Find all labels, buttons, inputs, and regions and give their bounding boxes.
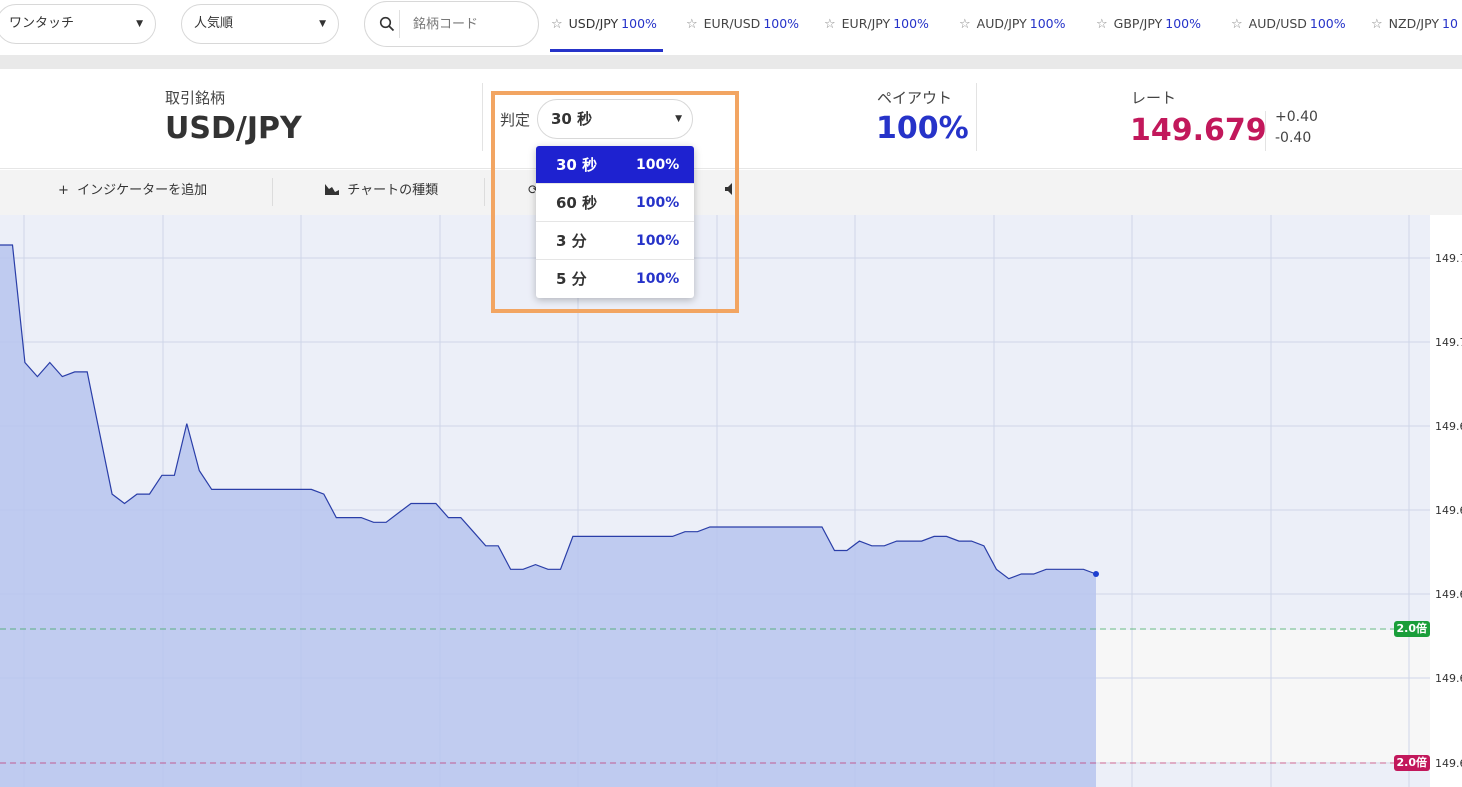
chart-type-button[interactable]: チャートの種類 — [325, 170, 438, 215]
star-icon[interactable]: ☆ — [1231, 17, 1243, 32]
search-divider — [399, 10, 400, 38]
rate-label: レート — [1131, 89, 1177, 107]
header-separator — [0, 55, 1462, 69]
y-tick-label: 149.7 — [1435, 336, 1462, 349]
pair-tab-eurjpy[interactable]: ☆ EUR/JPY 100% — [824, 0, 929, 52]
divider — [976, 83, 977, 151]
pair-tab-audusd[interactable]: ☆ AUD/USD 100% — [1231, 0, 1346, 52]
payout-label: ペイアウト — [877, 89, 953, 107]
y-tick-label: 149.6 — [1435, 504, 1462, 517]
rate-value: 149.679 — [1130, 113, 1267, 148]
chevron-down-icon: ▼ — [319, 19, 326, 29]
spread-down: -0.40 — [1275, 130, 1312, 146]
pair-tab-gbpjpy[interactable]: ☆ GBP/JPY 100% — [1096, 0, 1201, 52]
plus-icon: + — [58, 183, 69, 198]
add-indicator-label: インジケーターを追加 — [77, 183, 208, 198]
symbol-value: USD/JPY — [165, 111, 302, 146]
pair-tab-eurusd[interactable]: ☆ EUR/USD 100% — [686, 0, 799, 52]
judge-time-dropdown: 30 秒 100% 60 秒 100% 3 分 100% 5 分 100% — [536, 146, 694, 298]
star-icon[interactable]: ☆ — [551, 17, 563, 32]
star-icon[interactable]: ☆ — [1096, 17, 1108, 32]
sort-select-value: 人気順 — [194, 16, 234, 31]
y-tick-label: 149.6 — [1435, 672, 1462, 685]
symbol-label: 取引銘柄 — [165, 89, 226, 107]
search-icon — [379, 16, 395, 32]
pair-tab-audjpy[interactable]: ☆ AUD/JPY 100% — [959, 0, 1066, 52]
current-price-dot — [1093, 571, 1099, 577]
divider — [482, 83, 483, 151]
judge-option-30s[interactable]: 30 秒 100% — [536, 146, 694, 184]
mode-select[interactable]: ワンタッチ ▼ — [0, 4, 156, 44]
search-input[interactable] — [413, 10, 528, 38]
divider — [484, 178, 485, 206]
y-axis-panel — [1430, 215, 1462, 787]
pair-tab-usdjpy[interactable]: ☆ USD/JPY 100% — [550, 0, 663, 52]
y-tick-label: 149.7 — [1435, 252, 1462, 265]
chart-type-label: チャートの種類 — [347, 183, 439, 198]
star-icon[interactable]: ☆ — [686, 17, 698, 32]
mode-select-value: ワンタッチ — [9, 16, 75, 31]
sort-select[interactable]: 人気順 ▼ — [181, 4, 339, 44]
symbol-search[interactable] — [364, 1, 539, 47]
chevron-down-icon: ▼ — [136, 19, 143, 29]
divider — [1265, 111, 1266, 151]
spread-up: +0.40 — [1275, 109, 1318, 125]
judge-option-60s[interactable]: 60 秒 100% — [536, 184, 694, 222]
pair-tab-nzdjpy[interactable]: ☆ NZD/JPY 10 — [1371, 0, 1462, 52]
judge-option-5m[interactable]: 5 分 100% — [536, 260, 694, 298]
judge-option-3m[interactable]: 3 分 100% — [536, 222, 694, 260]
upper-barrier-badge: 2.0倍 — [1393, 621, 1430, 637]
lower-barrier-badge: 2.0倍 — [1393, 755, 1430, 771]
payout-value: 100% — [876, 111, 969, 146]
area-chart-icon — [325, 184, 339, 195]
star-icon[interactable]: ☆ — [1371, 17, 1383, 32]
star-icon[interactable]: ☆ — [824, 17, 836, 32]
add-indicator-button[interactable]: + インジケーターを追加 — [58, 170, 207, 215]
star-icon[interactable]: ☆ — [959, 17, 971, 32]
y-tick-label: 149.6 — [1435, 420, 1462, 433]
divider — [272, 178, 273, 206]
y-tick-label: 149.6 — [1435, 588, 1462, 601]
y-tick-label: 149.6 — [1435, 757, 1462, 770]
